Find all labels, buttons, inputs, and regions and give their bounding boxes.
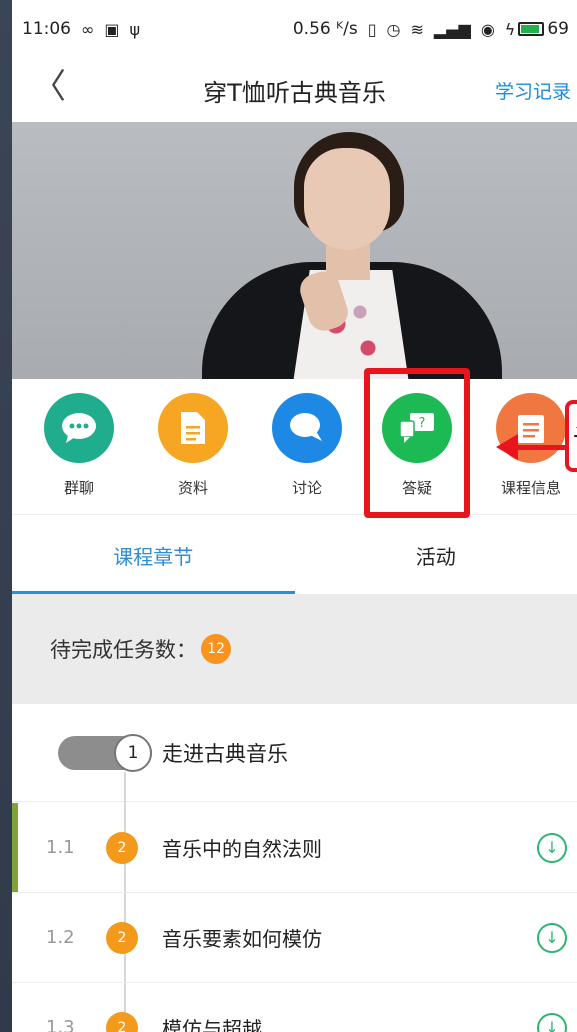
wifi-icon: ≋ bbox=[410, 19, 424, 39]
course-cover-image bbox=[12, 122, 577, 379]
alarm-icon: ◷ bbox=[386, 19, 401, 39]
tool-label: 课程信息 bbox=[500, 479, 561, 497]
lesson-title: 音乐要素如何模仿 bbox=[162, 927, 322, 951]
lesson-task-badge: 2 bbox=[106, 1011, 138, 1032]
download-icon[interactable]: ↓ bbox=[537, 1012, 567, 1032]
tool-label: 讨论 bbox=[291, 479, 322, 497]
page-title: 穿T恤听古典音乐 bbox=[203, 78, 386, 107]
chapter-title: 走进古典音乐 bbox=[162, 741, 288, 766]
vibrate-icon: ▯ bbox=[367, 19, 377, 39]
tab-activities[interactable]: 活动 bbox=[295, 516, 577, 594]
network-speed: 0.56 ᴷ/s bbox=[292, 19, 358, 39]
chapter-number: 1 bbox=[114, 733, 152, 772]
image-icon: ▣ bbox=[104, 19, 120, 39]
status-time: 11:06 bbox=[22, 19, 71, 39]
hd-icon: ◉ bbox=[480, 19, 495, 39]
discussion-icon bbox=[272, 393, 342, 463]
pending-tasks-bar: 待完成任务数： 12 bbox=[12, 594, 577, 704]
tab-chapters[interactable]: 课程章节 bbox=[12, 516, 295, 594]
highlight-box bbox=[364, 368, 470, 518]
chat-bubble-icon bbox=[44, 393, 114, 463]
chapter-header[interactable]: 1 走进古典音乐 bbox=[12, 704, 577, 802]
tool-materials[interactable]: 资料 bbox=[148, 393, 238, 498]
battery-indicator: ϟ 69 bbox=[505, 19, 569, 39]
lesson-row[interactable]: 1.1 2 音乐中的自然法则 ↓ bbox=[12, 803, 577, 893]
lesson-task-badge: 2 bbox=[106, 831, 138, 864]
lesson-row[interactable]: 1.2 2 音乐要素如何模仿 ↓ bbox=[12, 893, 577, 983]
tool-discussion[interactable]: 讨论 bbox=[262, 393, 352, 498]
lesson-task-badge: 2 bbox=[106, 921, 138, 954]
download-icon[interactable]: ↓ bbox=[537, 922, 567, 953]
tool-label: 群聊 bbox=[63, 479, 94, 497]
pending-label: 待完成任务数： bbox=[50, 638, 197, 662]
battery-level: 69 bbox=[547, 19, 569, 39]
tab-bar: 课程章节 活动 bbox=[12, 516, 577, 594]
tool-icons-row: 群聊 资料 讨论 ? 答疑 课程信息 bbox=[12, 379, 577, 515]
usb-icon: ψ bbox=[129, 19, 141, 39]
battery-icon bbox=[518, 22, 545, 36]
tool-label: 资料 bbox=[177, 479, 208, 497]
chapter-toggle[interactable]: 1 bbox=[58, 733, 152, 772]
charging-icon: ϟ bbox=[504, 19, 516, 39]
download-icon[interactable]: ↓ bbox=[537, 832, 567, 863]
study-record-link[interactable]: 学习记录 bbox=[495, 77, 571, 104]
lesson-number: 1.1 bbox=[46, 837, 75, 858]
annotation-arrow-line bbox=[514, 445, 566, 450]
tool-group-chat[interactable]: 群聊 bbox=[34, 393, 124, 498]
annotation-callout: 请 bbox=[565, 400, 577, 472]
lesson-title: 音乐中的自然法则 bbox=[162, 837, 322, 861]
document-icon bbox=[158, 393, 228, 463]
lesson-title: 模仿与超越 bbox=[162, 1017, 262, 1032]
title-bar: 〈 穿T恤听古典音乐 学习记录 bbox=[12, 58, 577, 122]
lesson-row[interactable]: 1.3 2 模仿与超越 ↓ bbox=[12, 983, 577, 1032]
pending-count-badge: 12 bbox=[201, 634, 231, 664]
infinity-icon: ∞ bbox=[81, 19, 95, 39]
phone-screen: 11:06 ∞ ▣ ψ 0.56 ᴷ/s ▯ ◷ ≋ ▂▄▆ ◉ ϟ 69 〈 … bbox=[12, 0, 577, 1032]
status-bar: 11:06 ∞ ▣ ψ 0.56 ᴷ/s ▯ ◷ ≋ ▂▄▆ ◉ ϟ 69 bbox=[12, 0, 577, 58]
lesson-number: 1.2 bbox=[46, 927, 75, 948]
signal-icon: ▂▄▆ bbox=[433, 19, 471, 39]
annotation-text: 请 bbox=[573, 424, 577, 459]
lesson-number: 1.3 bbox=[46, 1017, 75, 1032]
